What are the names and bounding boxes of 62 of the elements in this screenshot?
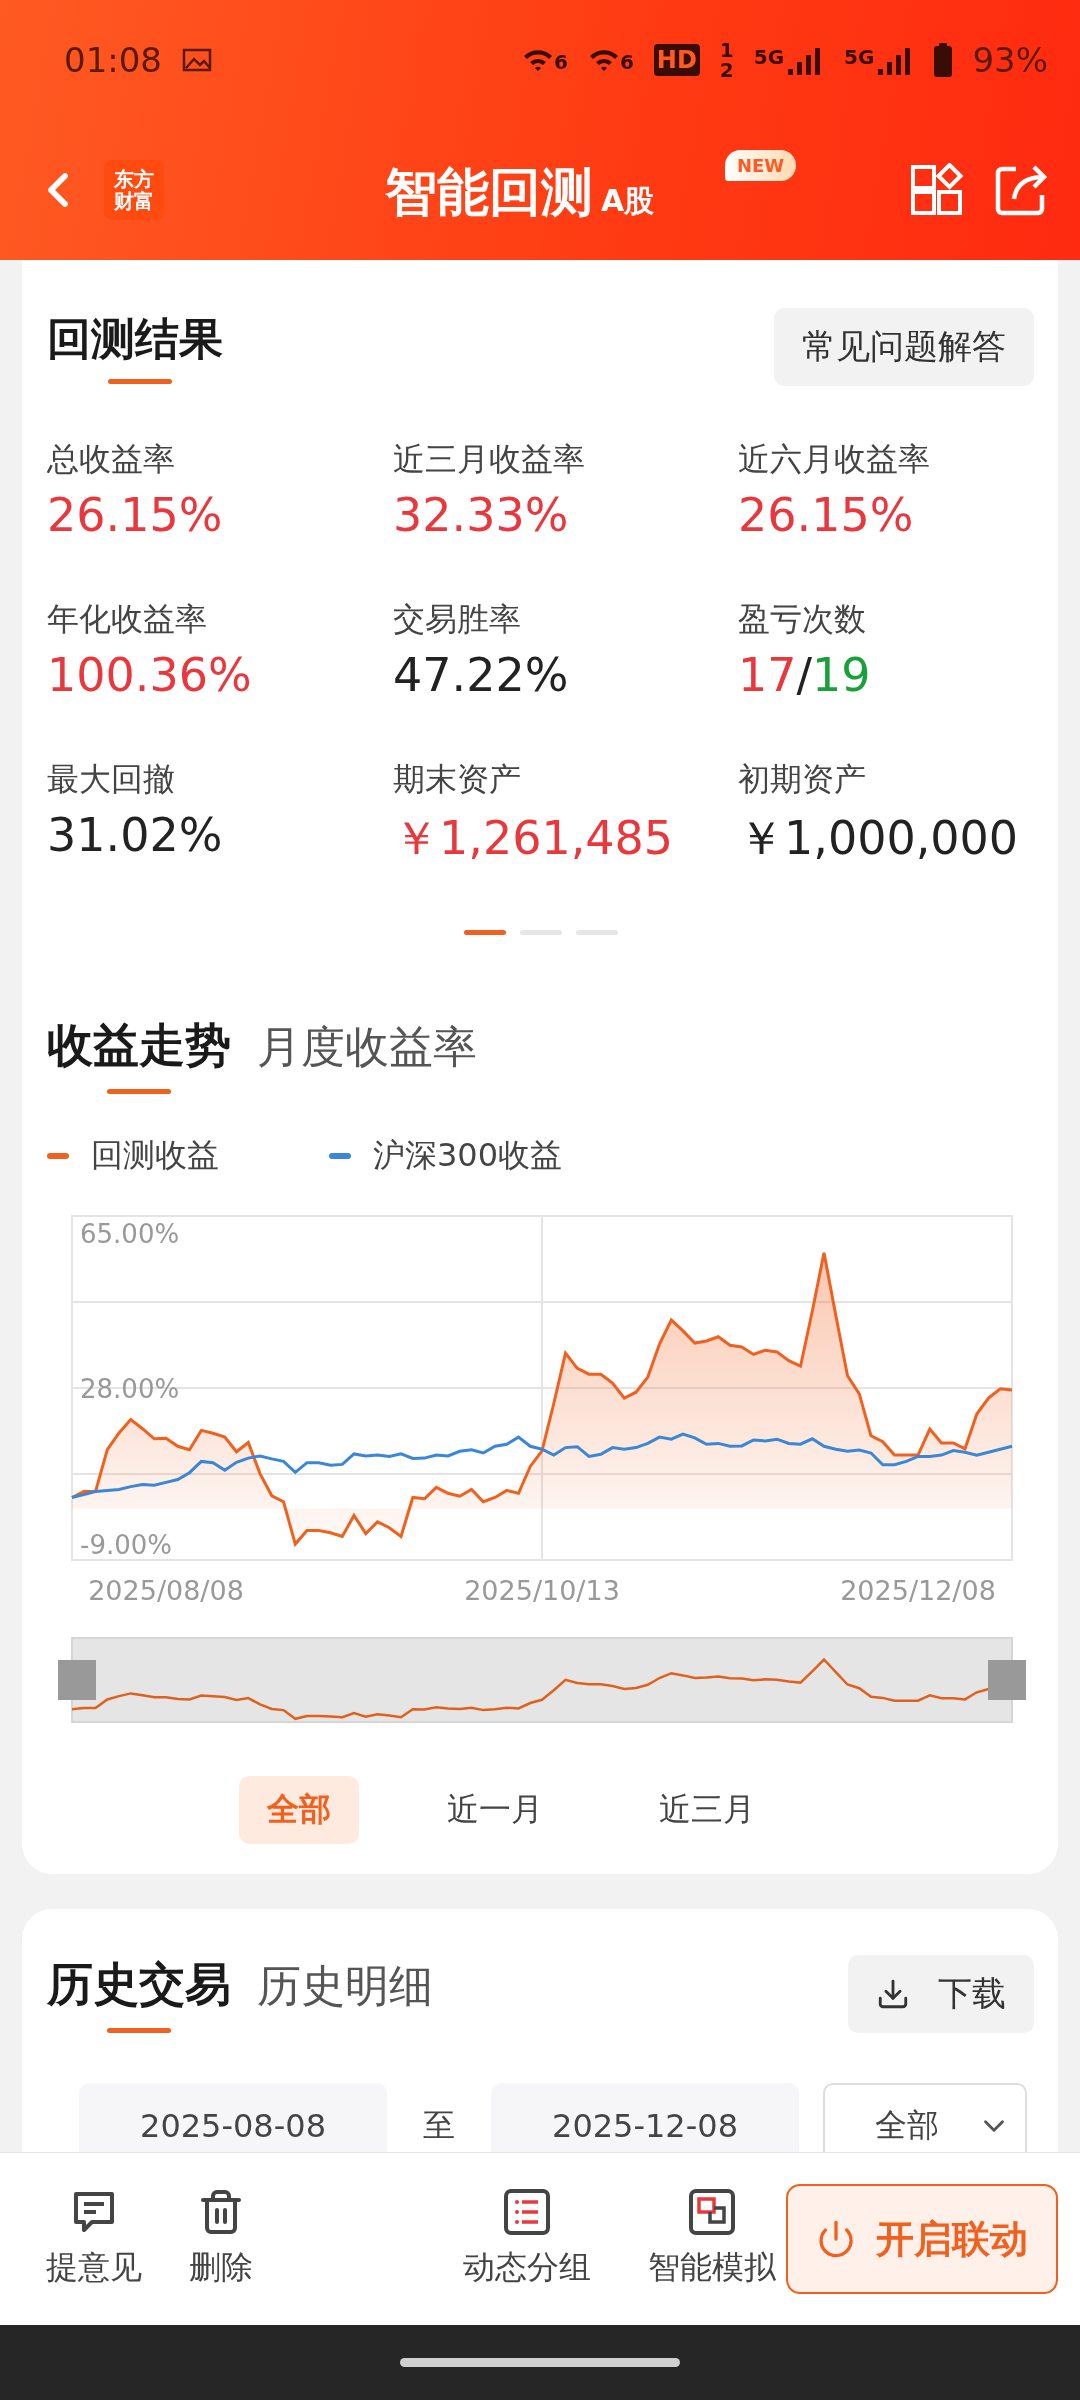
legend-label: 回测收益 xyxy=(91,1135,219,1176)
x-axis-label: 2025/12/08 xyxy=(840,1575,996,1606)
x-axis-label: 2025/10/13 xyxy=(464,1575,620,1606)
metric-value: 100.36% xyxy=(47,648,253,702)
range-navigator[interactable] xyxy=(71,1637,1013,1723)
metric-label: 初期资产 xyxy=(738,759,867,800)
battery-icon xyxy=(934,43,953,77)
date-separator: 至 xyxy=(422,2105,456,2146)
y-axis-label: 28.00% xyxy=(80,1374,180,1405)
range-handle[interactable] xyxy=(58,1660,96,1700)
y-axis-label: -9.00% xyxy=(80,1529,172,1560)
overlap-squares-icon xyxy=(688,2188,737,2236)
legend-label: 沪深300收益 xyxy=(373,1135,563,1176)
metric-label: 最大回撤 xyxy=(47,759,176,800)
toolbar-item[interactable]: 提意见 xyxy=(30,2188,158,2290)
chart-tab[interactable]: 月度收益率 xyxy=(257,1018,477,1077)
market-label: A股 xyxy=(601,182,655,220)
history-tab[interactable]: 历史交易 xyxy=(47,1954,231,2016)
chart-tab[interactable]: 收益走势 xyxy=(47,1015,231,1077)
app-logo: 东方 财富 xyxy=(104,160,164,220)
metric-value: 32.33% xyxy=(393,488,570,542)
list-icon xyxy=(502,2188,551,2236)
toolbar-item[interactable]: 智能模拟 xyxy=(639,2188,786,2290)
network-label: 5G xyxy=(753,45,785,69)
metric-label: 年化收益率 xyxy=(47,599,208,640)
page-title: 智能回测 xyxy=(385,161,593,224)
metric-value: 26.15% xyxy=(738,488,915,542)
metric-label: 交易胜率 xyxy=(393,599,522,640)
metric-value: 31.02% xyxy=(47,808,224,862)
metric-value: 47.22% xyxy=(393,648,570,702)
faq-button[interactable]: 常见问题解答 xyxy=(774,308,1034,386)
y-axis-label: 65.00% xyxy=(80,1219,180,1250)
end-date-field[interactable]: 2025-12-08 xyxy=(491,2083,799,2152)
history-tab[interactable]: 历史明细 xyxy=(257,1957,433,2016)
metric-label: 盈亏次数 xyxy=(738,599,867,640)
battery-level: 93% xyxy=(972,40,1048,80)
range-button[interactable]: 近三月 xyxy=(630,1776,783,1844)
toolbar-item[interactable]: 删除 xyxy=(157,2188,285,2290)
range-button[interactable]: 近一月 xyxy=(418,1776,571,1844)
download-button[interactable]: 下载 xyxy=(848,1954,1034,2033)
metric-value: 17/19 xyxy=(738,648,872,702)
metric-label: 近三月收益率 xyxy=(393,439,586,480)
metric-label: 期末资产 xyxy=(393,759,522,800)
range-handle[interactable] xyxy=(988,1660,1026,1700)
sim-number: 1 xyxy=(719,40,734,60)
new-badge: NEW xyxy=(725,150,797,181)
metric-value: ￥1,261,485 xyxy=(393,810,675,867)
toolbar-item[interactable]: 动态分组 xyxy=(284,2188,640,2290)
sim-number: 2 xyxy=(719,60,734,80)
x-axis-label: 2025/08/08 xyxy=(88,1575,244,1606)
status-time: 01:08 xyxy=(64,40,162,80)
network-label: 5G xyxy=(844,45,875,69)
apps-icon[interactable] xyxy=(910,163,964,217)
metric-value: ￥1,000,000 xyxy=(738,810,1020,867)
image-icon xyxy=(182,48,212,72)
metric-value: 26.15% xyxy=(47,488,224,542)
share-icon[interactable] xyxy=(994,163,1050,217)
metric-label: 总收益率 xyxy=(47,439,176,480)
start-date-field[interactable]: 2025-08-08 xyxy=(79,2083,387,2152)
metric-label: 近六月收益率 xyxy=(738,439,931,480)
hd-badge: HD xyxy=(653,44,700,76)
section-title: 回测结果 xyxy=(47,313,223,364)
